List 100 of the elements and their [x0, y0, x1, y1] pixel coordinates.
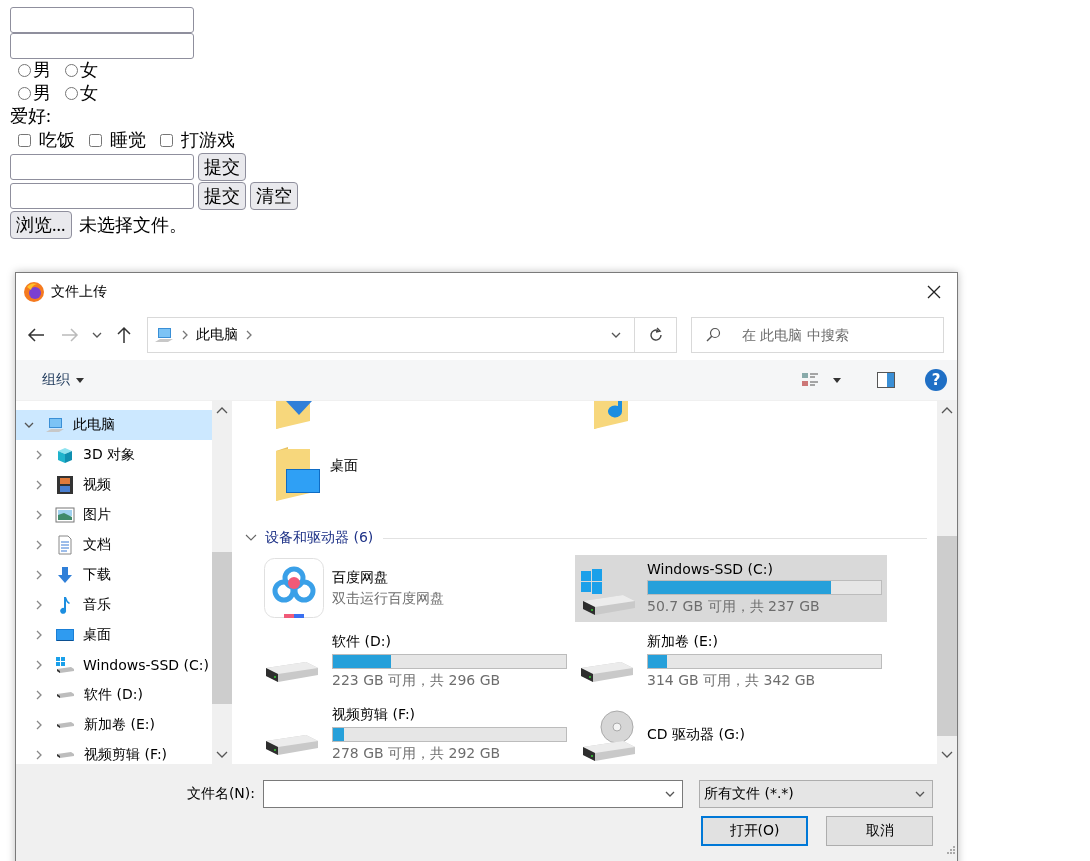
free-space-text: 314 GB 可用，共 342 GB	[647, 672, 817, 690]
drive-icon	[56, 691, 75, 699]
cloud-app-icon	[264, 557, 324, 620]
tree-item[interactable]: 音乐	[26, 590, 212, 620]
radio-button[interactable]	[18, 64, 31, 77]
search-icon	[705, 327, 721, 343]
tree-item[interactable]: 下载	[26, 560, 212, 590]
group-header[interactable]: 设备和驱动器 (6)	[245, 529, 374, 547]
option-label: 男	[33, 82, 51, 105]
organize-button[interactable]: 组织	[36, 370, 90, 390]
radio-button[interactable]	[18, 87, 31, 100]
checkbox[interactable]	[89, 133, 102, 147]
file-status-text: 未选择文件。	[78, 213, 187, 237]
tree-item[interactable]: 软件 (D:)	[26, 680, 212, 710]
tree-item[interactable]: 3D 对象	[26, 440, 212, 470]
app-description: 双击运行百度网盘	[332, 590, 444, 608]
drive-icon	[264, 659, 320, 684]
tree-item[interactable]: 图片	[26, 500, 212, 530]
folder-name[interactable]: 桌面	[330, 457, 358, 475]
option-label: 打游戏	[181, 129, 235, 152]
checkbox[interactable]	[18, 133, 31, 147]
text-field[interactable]	[10, 154, 194, 180]
field-label: 爱好:	[10, 105, 51, 128]
radio-button[interactable]	[65, 87, 78, 100]
up-arrow-icon	[117, 326, 131, 344]
drive-icon	[579, 659, 635, 684]
film-strip-icon	[55, 475, 75, 495]
scrollbar[interactable]	[937, 401, 957, 764]
browse-button[interactable]: 浏览...	[10, 211, 72, 239]
tree-item[interactable]: 新加卷 (E:)	[26, 710, 212, 740]
computer-icon	[45, 415, 65, 435]
drive-tile[interactable]: 百度网盘 双击运行百度网盘	[260, 555, 572, 622]
preview-pane-icon	[877, 372, 895, 388]
image-icon	[55, 505, 75, 525]
dialog-button[interactable]: 取消	[826, 816, 933, 846]
refresh-icon	[647, 327, 664, 343]
form-button[interactable]: 清空	[250, 182, 298, 210]
document-icon	[55, 535, 75, 555]
drive-tile[interactable]: Windows-SSD (C:) 50.7 GB 可用，共 237 GB	[575, 555, 887, 622]
scroll-up-icon	[216, 406, 228, 414]
refresh-button[interactable]	[635, 317, 677, 353]
back-arrow-icon	[27, 328, 45, 342]
chevron-right-icon	[244, 329, 254, 341]
dialog-button[interactable]: 打开(O)	[701, 816, 808, 846]
scroll-down-icon	[941, 751, 953, 759]
caret-icon	[76, 377, 84, 383]
option-label: 女	[80, 59, 98, 82]
radio-button[interactable]	[65, 64, 78, 77]
resize-grip-icon	[945, 844, 955, 854]
caret-icon	[610, 330, 622, 340]
tree-item[interactable]: 桌面	[26, 620, 212, 650]
caret-icon	[914, 789, 926, 799]
free-space-text: 278 GB 可用，共 292 GB	[332, 745, 502, 763]
drive-tile[interactable]: 视频剪辑 (F:) 278 GB 可用，共 292 GB	[260, 701, 572, 764]
tree-item[interactable]: Windows-SSD (C:)	[26, 650, 212, 680]
drive-name: 百度网盘	[332, 569, 389, 587]
chevron-down-icon	[245, 534, 257, 542]
text-field[interactable]	[10, 183, 194, 209]
drive-icon	[55, 655, 75, 675]
computer-icon	[154, 325, 174, 345]
cube-icon	[55, 445, 75, 465]
caret-icon	[91, 330, 103, 340]
drive-name: 软件 (D:)	[332, 633, 392, 651]
file-type-dropdown[interactable]: 所有文件 (*.*)	[699, 780, 933, 808]
close-icon	[927, 284, 941, 299]
address-bar[interactable]: 此电脑	[147, 317, 635, 353]
drive-icon	[56, 721, 75, 729]
down-arrow-icon	[55, 565, 75, 585]
text-field[interactable]	[10, 7, 194, 33]
drive-name: Windows-SSD (C:)	[647, 561, 774, 577]
text-field[interactable]	[10, 33, 194, 59]
scroll-down-icon	[216, 751, 228, 759]
drive-name: 视频剪辑 (F:)	[332, 706, 417, 724]
option-label: 睡觉	[110, 129, 146, 152]
form-button[interactable]: 提交	[198, 182, 246, 210]
drive-tile[interactable]: 软件 (D:) 223 GB 可用，共 296 GB	[260, 628, 572, 695]
option-label: 吃饭	[39, 129, 75, 152]
help-button[interactable]: ?	[925, 369, 947, 391]
drive-tile[interactable]: 新加卷 (E:) 314 GB 可用，共 342 GB	[575, 628, 887, 695]
free-space-text: 223 GB 可用，共 296 GB	[332, 672, 502, 690]
breadcrumb-item[interactable]: 此电脑	[196, 326, 238, 344]
filename-label: 文件名(N):	[185, 785, 255, 803]
tree-item[interactable]: 此电脑	[16, 410, 212, 440]
expand-chevron-icon	[23, 420, 35, 430]
tree-item[interactable]: 文档	[26, 530, 212, 560]
filename-field[interactable]	[263, 780, 683, 808]
drive-tile[interactable]: CD 驱动器 (G:)	[575, 701, 887, 764]
search-field[interactable]: 在 此电脑 中搜索	[691, 317, 944, 353]
drive-icon	[56, 751, 75, 759]
tree-item[interactable]: 视频	[26, 470, 212, 500]
tree-item[interactable]: 视频剪辑 (F:)	[26, 740, 212, 764]
scrollbar[interactable]	[212, 401, 232, 764]
form-button[interactable]: 提交	[198, 153, 246, 181]
drive-icon	[264, 732, 320, 757]
drive-name: 新加卷 (E:)	[647, 633, 719, 651]
view-list-icon	[801, 371, 819, 389]
window-title: 文件上传	[51, 282, 107, 301]
checkbox[interactable]	[160, 133, 173, 147]
option-label: 男	[33, 59, 51, 82]
caret-icon	[664, 789, 676, 799]
